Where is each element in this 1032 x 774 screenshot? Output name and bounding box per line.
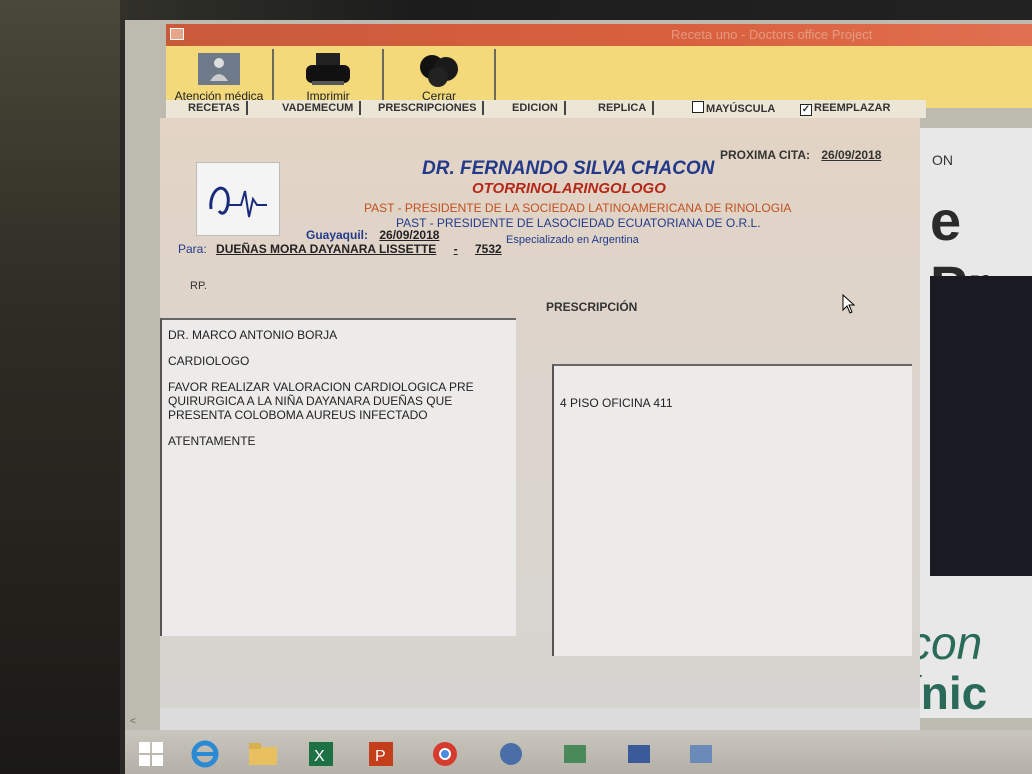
chrome-icon[interactable] bbox=[425, 734, 465, 774]
rp-line: CARDIOLOGO bbox=[168, 354, 250, 368]
printer-icon bbox=[304, 51, 352, 92]
rp-line: DR. MARCO ANTONIO BORJA bbox=[168, 328, 338, 342]
patient-id[interactable]: 7532 bbox=[475, 242, 502, 256]
bg-window-image bbox=[930, 276, 1032, 576]
atencion-medica-button[interactable]: Atención médica bbox=[166, 49, 274, 105]
mouse-cursor-icon bbox=[842, 293, 856, 319]
reemplazar-checkbox-box[interactable]: ✓ bbox=[800, 104, 812, 116]
window-title: Receta uno - Doctors office Project bbox=[671, 27, 873, 42]
rp-line: FAVOR REALIZAR VALORACION CARDIOLOGICA P… bbox=[168, 380, 474, 422]
title-bar[interactable]: Receta uno - Doctors office Project bbox=[166, 24, 1032, 46]
menu-replica[interactable]: REPLICA bbox=[592, 101, 655, 115]
menu-bar: RECETAS VADEMECUM PRESCRIPCIONES EDICION… bbox=[166, 100, 926, 118]
prescripcion-textarea[interactable]: 4 PISO OFICINA 411 bbox=[552, 364, 912, 656]
app-icon-2[interactable] bbox=[555, 734, 595, 774]
menu-prescripciones[interactable]: PRESCRIPCIONES bbox=[372, 101, 485, 115]
cerrar-button[interactable]: Cerrar bbox=[384, 49, 496, 105]
close-icon bbox=[414, 51, 464, 94]
doctor-icon bbox=[194, 51, 244, 90]
doctor-specialty: OTORRINOLARINGOLOGO bbox=[472, 180, 666, 197]
internet-explorer-icon[interactable] bbox=[185, 734, 225, 774]
windows-start-icon[interactable] bbox=[131, 734, 171, 774]
past-president-1: PAST - PRESIDENTE DE LA SOCIEDAD LATINOA… bbox=[364, 201, 792, 215]
mayuscula-checkbox-box[interactable] bbox=[692, 101, 704, 113]
excel-icon[interactable]: X bbox=[301, 734, 341, 774]
menu-edicion[interactable]: EDICION bbox=[506, 101, 566, 115]
reemplazar-checkbox[interactable]: ✓ REEMPLAZAR bbox=[800, 101, 891, 116]
scroll-left-icon[interactable]: < bbox=[130, 716, 136, 727]
menu-vademecum[interactable]: VADEMECUM bbox=[276, 101, 362, 115]
taskbar: X P bbox=[125, 730, 1032, 774]
proxima-cita: PROXIMA CITA: 26/09/2018 bbox=[720, 148, 881, 162]
city-label: Guayaquil: bbox=[306, 228, 369, 242]
para-label: Para: bbox=[178, 242, 207, 256]
city-date: Guayaquil: 26/09/2018 bbox=[306, 228, 439, 242]
prescripcion-label: PRESCRIPCIÓN bbox=[546, 300, 638, 314]
especializado-text: Especializado en Argentina bbox=[506, 234, 639, 246]
bg-window-text: ON bbox=[932, 152, 953, 168]
app-icon-3[interactable] bbox=[619, 734, 659, 774]
toolbar: Atención médica Imprimir Cerrar bbox=[166, 46, 1032, 108]
rp-textarea[interactable]: DR. MARCO ANTONIO BORJA CARDIOLOGO FAVOR… bbox=[160, 318, 516, 636]
mayuscula-checkbox[interactable]: MAYÚSCULA bbox=[692, 101, 775, 115]
past-president-2: PAST - PRESIDENTE DE LASOCIEDAD ECUATORI… bbox=[396, 216, 761, 230]
patient-separator: - bbox=[453, 242, 458, 256]
patient-name[interactable]: DUEÑAS MORA DAYANARA LISSETTE bbox=[216, 242, 436, 256]
app-icon-4[interactable] bbox=[681, 734, 721, 774]
imprimir-button[interactable]: Imprimir bbox=[274, 49, 384, 105]
background-window[interactable]: ON e Pr a con ínic bbox=[906, 128, 1032, 719]
powerpoint-icon[interactable]: P bbox=[361, 734, 401, 774]
proxima-cita-value[interactable]: 26/09/2018 bbox=[821, 148, 881, 162]
svg-text:P: P bbox=[375, 748, 386, 765]
menu-recetas[interactable]: RECETAS bbox=[182, 101, 248, 115]
patient-line: Para: DUEÑAS MORA DAYANARA LISSETTE - 75… bbox=[178, 242, 502, 256]
rp-label: RP. bbox=[190, 280, 207, 292]
reemplazar-label: REEMPLAZAR bbox=[814, 102, 891, 114]
window-menu-icon[interactable] bbox=[170, 28, 184, 40]
rp-line: ATENTAMENTE bbox=[168, 434, 256, 448]
file-explorer-icon[interactable] bbox=[243, 734, 283, 774]
app-icon[interactable] bbox=[491, 734, 531, 774]
date-value[interactable]: 26/09/2018 bbox=[379, 228, 439, 242]
prescription-form: PROXIMA CITA: 26/09/2018 DR. FERNANDO SI… bbox=[160, 118, 920, 708]
doctor-name: DR. FERNANDO SILVA CHACON bbox=[422, 158, 715, 179]
proxima-cita-label: PROXIMA CITA: bbox=[720, 148, 810, 162]
prescripcion-text: 4 PISO OFICINA 411 bbox=[560, 396, 673, 410]
svg-text:X: X bbox=[314, 748, 325, 765]
mayuscula-label: MAYÚSCULA bbox=[706, 103, 776, 115]
desk-background-left bbox=[0, 0, 120, 774]
clinic-logo bbox=[196, 162, 280, 236]
